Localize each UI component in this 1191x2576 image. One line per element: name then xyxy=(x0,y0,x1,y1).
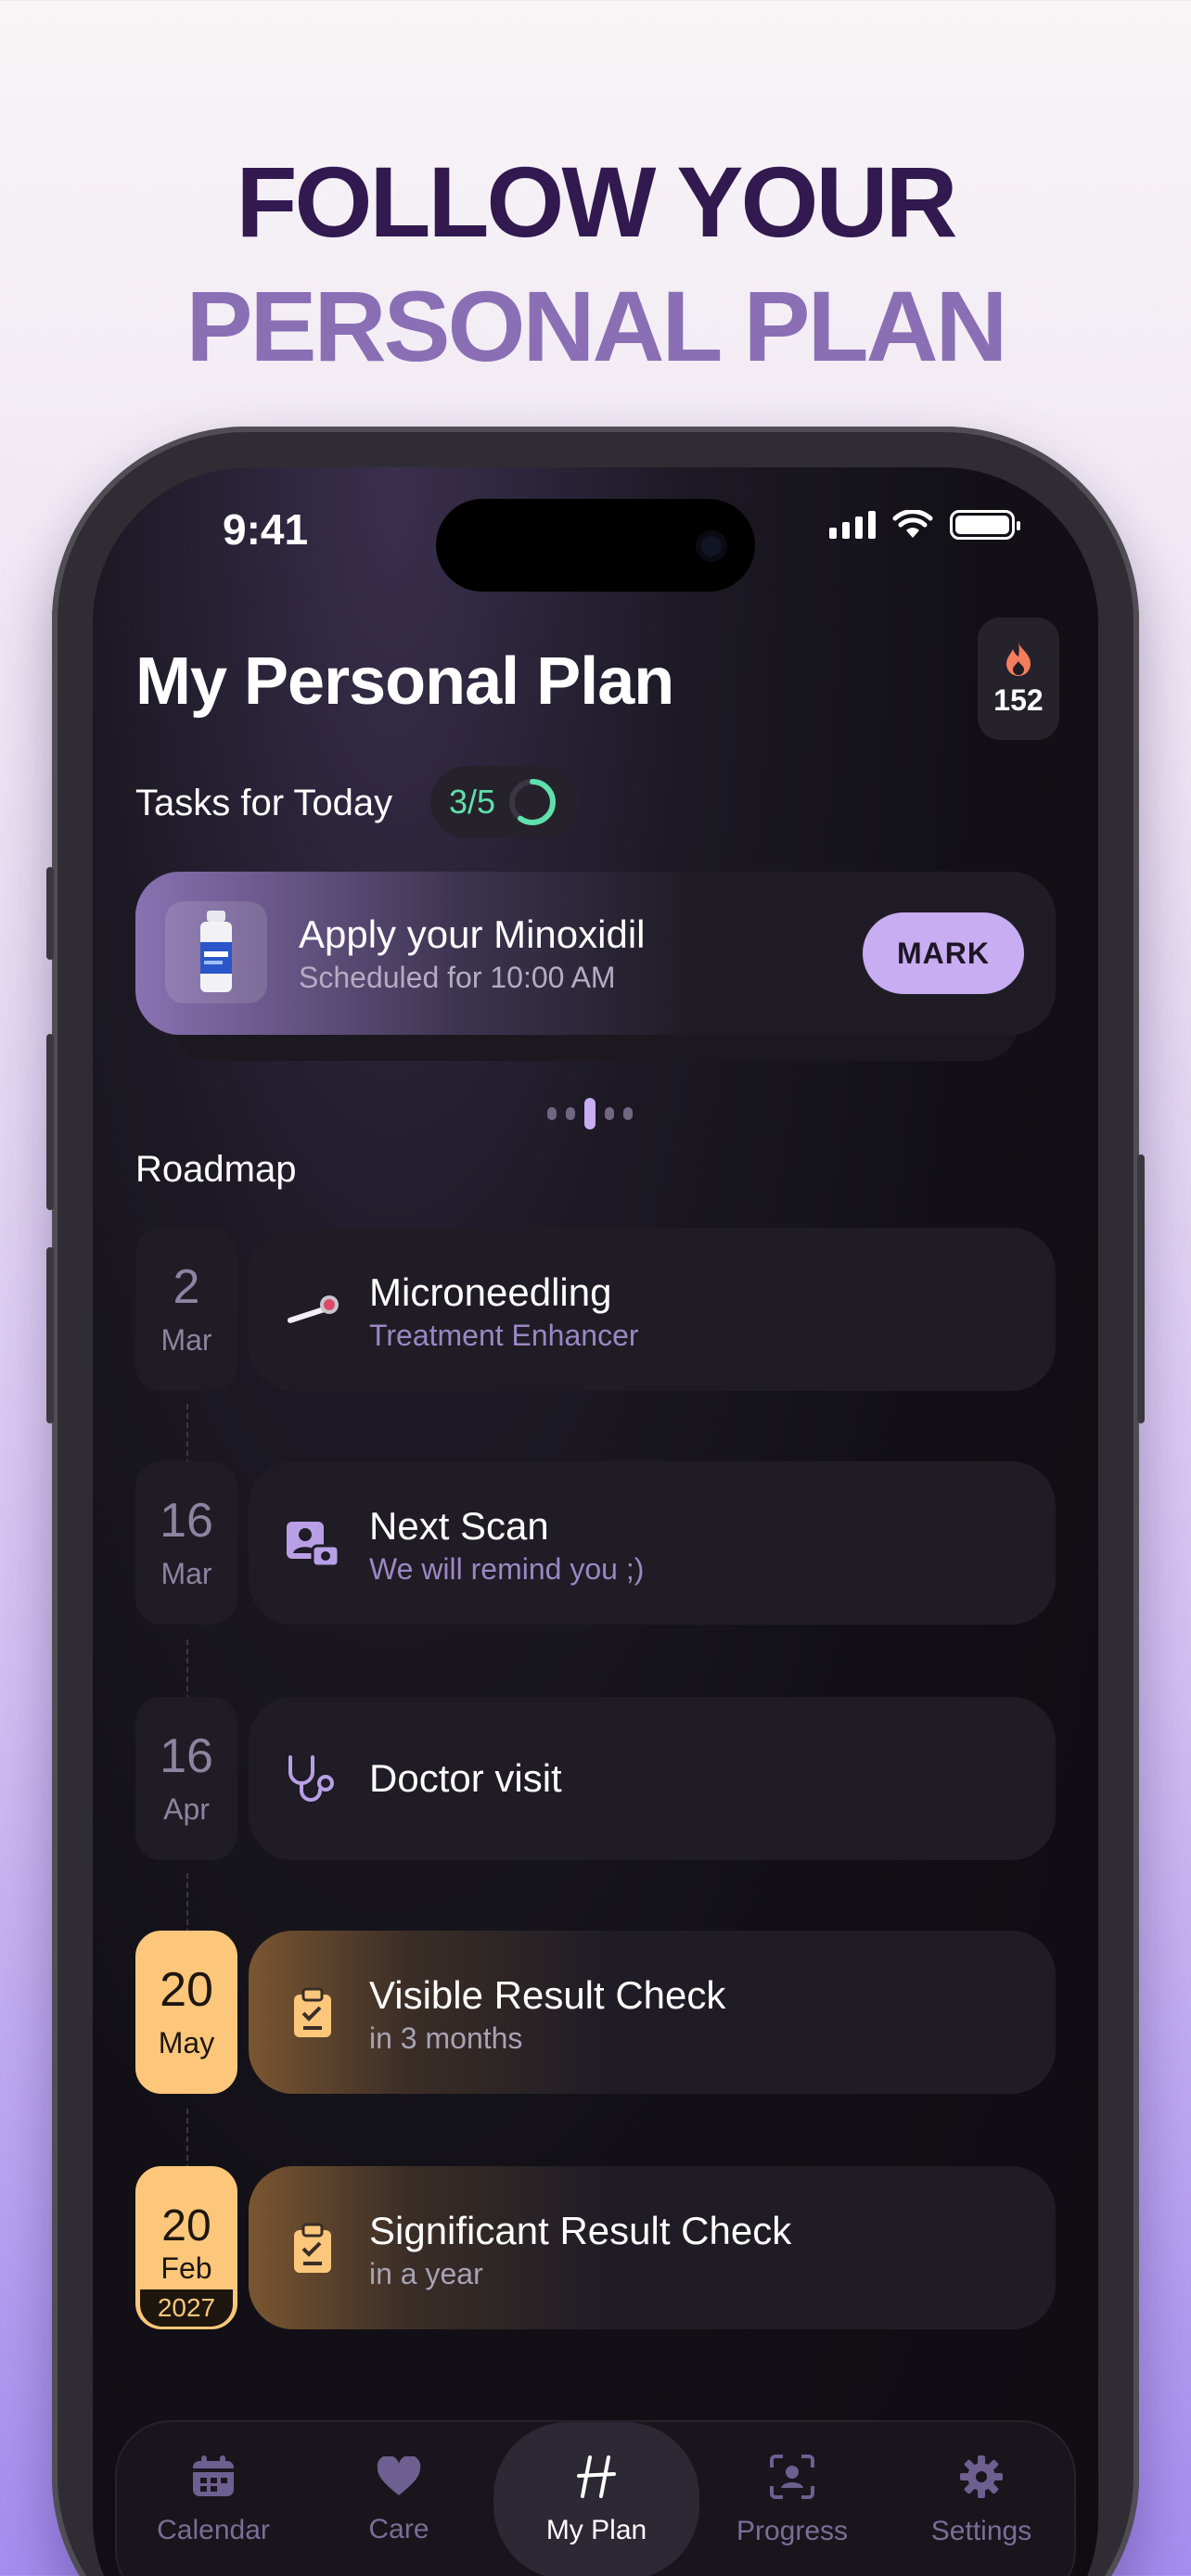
page-title: My Personal Plan xyxy=(135,644,674,719)
roadmap-item-title: Microneedling xyxy=(369,1270,612,1314)
tab-label: Calendar xyxy=(157,2515,270,2545)
roadmap-item-subtitle: We will remind you ;) xyxy=(369,1552,645,1586)
roadmap-label: Roadmap xyxy=(135,1149,297,1190)
status-icons xyxy=(829,510,1020,540)
tasks-progress-pill: 3/5 xyxy=(430,766,579,838)
date-month: Mar xyxy=(160,1323,212,1358)
tasks-progress-text: 3/5 xyxy=(449,783,496,821)
task-schedule: Scheduled for 10:00 AM xyxy=(299,961,616,994)
streak-badge[interactable]: 152 xyxy=(978,618,1059,740)
current-task-card[interactable]: Apply your Minoxidil Scheduled for 10:00… xyxy=(135,872,1056,1035)
roadmap-date-highlight: 20 Feb 2027 xyxy=(135,2166,237,2329)
date-month: May xyxy=(158,2026,215,2060)
wifi-icon xyxy=(892,510,933,538)
tab-settings[interactable]: Settings xyxy=(889,2422,1074,2576)
date-day: 20 xyxy=(161,2201,211,2251)
battery-icon xyxy=(950,510,1020,540)
plan-logo-icon xyxy=(577,2455,616,2498)
date-day: 16 xyxy=(160,1493,213,1548)
calendar-icon xyxy=(193,2455,234,2496)
pager-dot[interactable] xyxy=(605,1107,614,1120)
date-month: Mar xyxy=(160,1557,212,1591)
date-year: 2027 xyxy=(140,2289,233,2327)
stethoscope-icon xyxy=(280,1747,345,1812)
roadmap-item-significant-result[interactable]: Significant Result Check in a year xyxy=(249,2166,1056,2329)
tab-calendar[interactable]: Calendar xyxy=(121,2422,306,2576)
roadmap-item-title: Significant Result Check xyxy=(369,2209,792,2252)
microneedle-roller-icon xyxy=(280,1278,345,1343)
camera-icon xyxy=(696,530,727,562)
roadmap-item-title: Next Scan xyxy=(369,1504,549,1548)
roadmap-item-microneedling[interactable]: Microneedling Treatment Enhancer xyxy=(249,1228,1056,1391)
roadmap-date: 2 Mar xyxy=(135,1228,237,1391)
phone-side-button xyxy=(1137,1154,1145,1423)
roadmap-date: 16 Apr xyxy=(135,1697,237,1860)
roadmap-date: 16 Mar xyxy=(135,1461,237,1625)
tasks-label: Tasks for Today xyxy=(135,783,393,823)
roadmap-item-next-scan[interactable]: Next Scan We will remind you ;) xyxy=(249,1461,1056,1625)
roadmap-item-title: Doctor visit xyxy=(369,1756,562,1800)
task-title: Apply your Minoxidil xyxy=(299,912,646,956)
headline-line-2: PERSONAL PLAN xyxy=(186,270,1007,382)
task-pager[interactable] xyxy=(547,1098,633,1129)
date-day: 16 xyxy=(160,1728,213,1783)
roadmap-date-highlight: 20 May xyxy=(135,1931,237,2094)
status-bar: 9:41 xyxy=(93,467,1098,597)
date-month: Feb xyxy=(160,2251,212,2285)
phone-side-button xyxy=(46,867,54,960)
phone-side-button xyxy=(46,1247,54,1423)
roadmap-item-subtitle: in 3 months xyxy=(369,2021,523,2055)
roadmap-item-subtitle: in a year xyxy=(369,2257,483,2290)
clipboard-check-icon xyxy=(280,1981,345,2046)
streak-count: 152 xyxy=(993,682,1044,717)
face-scan-icon xyxy=(770,2455,814,2499)
clipboard-check-icon xyxy=(280,2216,345,2281)
tab-care[interactable]: Care xyxy=(306,2422,492,2576)
date-day: 2 xyxy=(173,1259,200,1314)
tab-progress[interactable]: Progress xyxy=(699,2422,885,2576)
roadmap-item-doctor-visit[interactable]: Doctor visit xyxy=(249,1697,1056,1860)
pager-dot[interactable] xyxy=(547,1107,557,1120)
roadmap-item-visible-result[interactable]: Visible Result Check in 3 months xyxy=(249,1931,1056,2094)
pager-dot[interactable] xyxy=(566,1107,575,1120)
phone-screen: 9:41 My Personal Plan 152 Tasks for Toda… xyxy=(93,467,1098,2576)
date-month: Apr xyxy=(163,1792,210,1827)
tab-bar: Calendar Care My Plan Progress Settings xyxy=(115,2420,1076,2576)
tab-label: Progress xyxy=(736,2516,849,2546)
gear-icon xyxy=(960,2455,1003,2498)
phone-side-button xyxy=(46,1034,54,1210)
cellular-signal-icon xyxy=(829,511,876,539)
mark-button[interactable]: MARK xyxy=(863,912,1024,994)
status-time: 9:41 xyxy=(223,505,309,554)
progress-ring-icon xyxy=(509,779,557,825)
heart-icon xyxy=(377,2456,421,2495)
dynamic-island xyxy=(436,499,755,592)
headline-line-1: FOLLOW YOUR xyxy=(236,146,958,258)
roadmap-item-title: Visible Result Check xyxy=(369,1973,726,2017)
date-day: 20 xyxy=(160,1962,213,2017)
pager-dot-active[interactable] xyxy=(584,1098,596,1129)
roadmap-item-subtitle: Treatment Enhancer xyxy=(369,1319,639,1352)
tab-my-plan[interactable]: My Plan xyxy=(493,2422,699,2576)
minoxidil-bottle-icon xyxy=(165,901,267,1003)
tab-label: Settings xyxy=(930,2516,1032,2546)
photo-scan-icon xyxy=(280,1511,345,1576)
flame-icon xyxy=(1006,642,1031,676)
pager-dot[interactable] xyxy=(623,1107,633,1120)
tab-label: My Plan xyxy=(545,2515,647,2545)
tab-label: Care xyxy=(368,2514,429,2544)
